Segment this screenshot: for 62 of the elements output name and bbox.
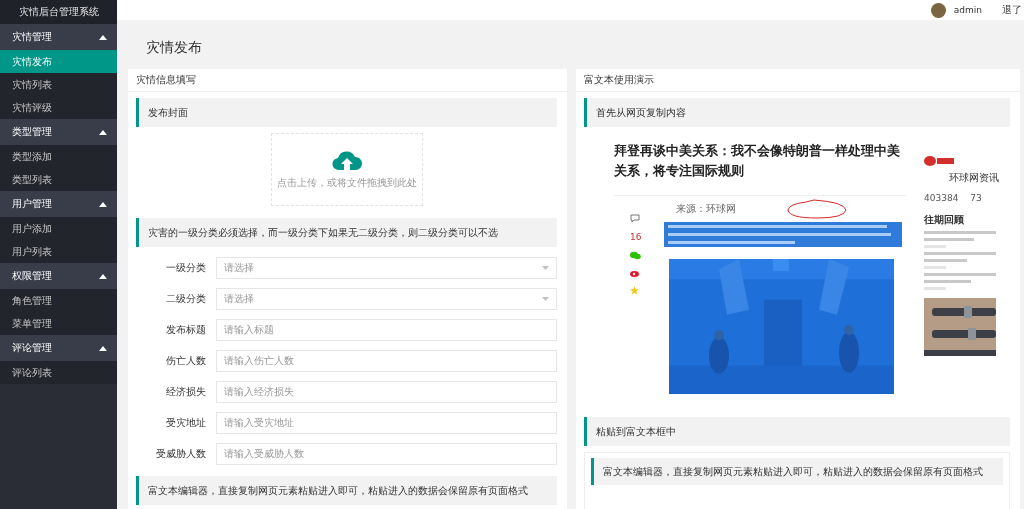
avatar[interactable] bbox=[930, 2, 946, 18]
dropdown-caret-icon bbox=[542, 265, 549, 270]
menu-item[interactable]: 灾情评级 bbox=[0, 96, 117, 119]
section-heading: 往期回顾 bbox=[924, 213, 964, 227]
logout-link[interactable]: 退了 bbox=[1002, 3, 1022, 17]
caret-icon bbox=[99, 345, 107, 351]
caret-icon bbox=[99, 129, 107, 135]
card-title: 富文本使用演示 bbox=[576, 69, 1020, 92]
caret-icon bbox=[99, 273, 107, 279]
upload-hint: 点击上传，或将文件拖拽到此处 bbox=[276, 175, 417, 190]
app-title: 灾情后台管理系统 bbox=[0, 0, 117, 24]
menu-group[interactable]: 评论管理 bbox=[0, 335, 117, 361]
section-heading: 首先从网页复制内容 bbox=[584, 98, 1010, 127]
star-icon[interactable] bbox=[630, 286, 639, 295]
article-headline: 拜登再谈中美关系：我不会像特朗普一样处理中美关系，将专注国际规则 bbox=[614, 142, 901, 180]
weibo-icon[interactable] bbox=[630, 269, 640, 277]
input-field[interactable]: 请输入受灾地址 bbox=[216, 411, 557, 434]
field-label: 受威胁人数 bbox=[155, 446, 207, 461]
username[interactable]: admin bbox=[953, 5, 982, 15]
menu-group[interactable]: 类型管理 bbox=[0, 119, 117, 145]
ellipse-annotation bbox=[786, 199, 848, 219]
menu-item[interactable]: 评论列表 bbox=[0, 361, 117, 384]
dropdown-caret-icon bbox=[542, 296, 549, 301]
menu-item[interactable]: 用户列表 bbox=[0, 240, 117, 263]
section-heading: 灾害的一级分类必须选择，而一级分类下如果无二级分类，则二级分类可以不选 bbox=[136, 218, 557, 247]
input-field[interactable]: 请输入经济损失 bbox=[216, 380, 557, 403]
menu-item[interactable]: 灾情列表 bbox=[0, 73, 117, 96]
menu-group[interactable]: 权限管理 bbox=[0, 263, 117, 289]
field-label: 发布标题 bbox=[165, 322, 207, 337]
menu-item[interactable]: 类型列表 bbox=[0, 168, 117, 191]
input-field[interactable]: 请输入伤亡人数 bbox=[216, 349, 557, 372]
section-heading: 粘贴到富文本框中 bbox=[584, 417, 1010, 446]
input-field[interactable]: 请输入标题 bbox=[216, 318, 557, 341]
comment-icon[interactable] bbox=[630, 214, 640, 223]
logo-icon bbox=[924, 155, 954, 167]
card-title: 灾情信息填写 bbox=[128, 69, 567, 92]
section-heading: 富文本编辑器，直接复制网页元素粘贴进入即可，粘贴进入的数据会保留原有页面格式 bbox=[591, 458, 1003, 485]
article-source: 来源：环球网 bbox=[676, 202, 736, 216]
menu-group[interactable]: 用户管理 bbox=[0, 191, 117, 217]
stat-number: 403384 bbox=[924, 193, 959, 203]
menu-item[interactable]: 灾情发布 bbox=[0, 50, 117, 73]
menu-item[interactable]: 类型添加 bbox=[0, 145, 117, 168]
caret-icon bbox=[99, 34, 107, 40]
menu-item[interactable]: 用户添加 bbox=[0, 217, 117, 240]
field-label: 受灾地址 bbox=[165, 415, 207, 430]
wechat-icon[interactable] bbox=[630, 251, 641, 260]
like-count: 16 bbox=[630, 232, 642, 242]
section-heading: 发布封面 bbox=[136, 98, 557, 127]
field-label: 伤亡人数 bbox=[165, 353, 207, 368]
section-heading: 富文本编辑器，直接复制网页元素粘贴进入即可，粘贴进入的数据会保留原有页面格式 bbox=[136, 476, 557, 505]
channel-name: 环球网资讯 bbox=[949, 171, 999, 185]
menu-item[interactable]: 菜单管理 bbox=[0, 312, 117, 335]
page-title: 灾情发布 bbox=[145, 38, 203, 57]
caret-icon bbox=[99, 201, 107, 207]
cloud-upload-icon bbox=[331, 149, 362, 172]
stat-number: 73 bbox=[970, 193, 982, 203]
field-label: 二级分类 bbox=[165, 291, 207, 306]
field-label: 经济损失 bbox=[165, 384, 207, 399]
menu-group[interactable]: 灾情管理 bbox=[0, 24, 117, 50]
menu-item[interactable]: 角色管理 bbox=[0, 289, 117, 312]
input-field[interactable]: 请输入受威胁人数 bbox=[216, 442, 557, 465]
field-label: 一级分类 bbox=[165, 260, 207, 275]
